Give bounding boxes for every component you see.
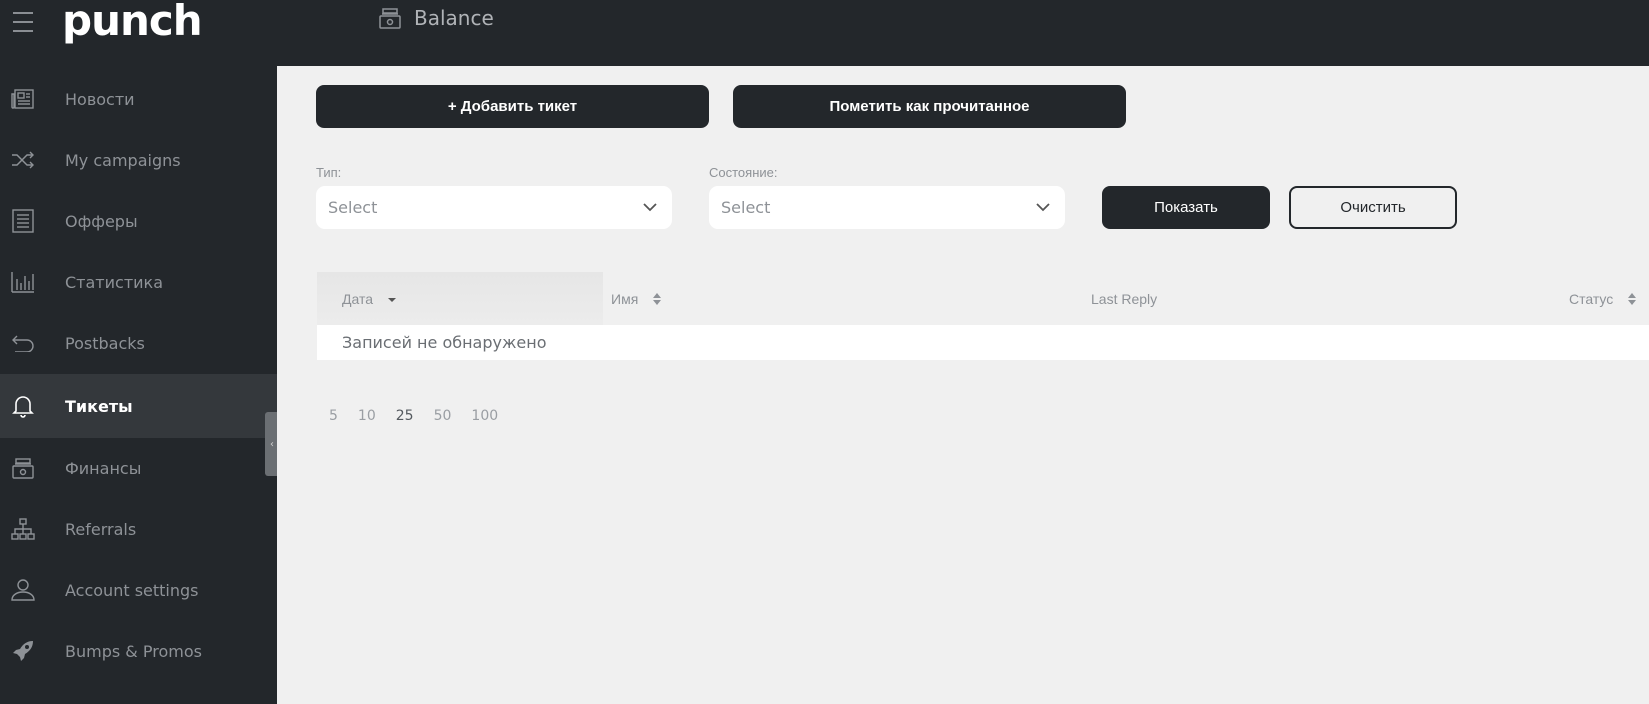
sidebar-item-postbacks[interactable]: Postbacks — [0, 311, 277, 375]
page-size-option[interactable]: 10 — [358, 408, 376, 424]
state-filter-label: Состояние: — [709, 165, 778, 180]
sidebar-item-label: Postbacks — [65, 333, 145, 353]
column-status-label: Статус — [1569, 290, 1614, 307]
balance-link[interactable]: Balance — [378, 6, 494, 30]
bell-icon — [11, 394, 35, 418]
sidebar-item-news[interactable]: Новости — [0, 67, 277, 131]
sidebar-item-label: Referrals — [65, 519, 137, 539]
cash-register-icon — [11, 456, 35, 480]
list-icon — [11, 209, 35, 233]
sidebar-item-tickets[interactable]: Тикеты — [0, 374, 277, 438]
return-arrow-icon — [11, 331, 35, 355]
bar-chart-icon — [11, 270, 35, 294]
sidebar-item-label: Офферы — [65, 211, 138, 231]
sort-icon — [652, 292, 662, 306]
column-last-reply-label: Last Reply — [1091, 290, 1158, 307]
sidebar-item-label: Account settings — [65, 580, 199, 600]
user-icon — [11, 578, 35, 602]
page-size-option[interactable]: 5 — [329, 408, 338, 424]
chevron-down-icon — [1036, 203, 1050, 212]
sidebar-item-label: Финансы — [65, 458, 142, 478]
type-select[interactable]: Select — [316, 186, 672, 229]
add-ticket-button[interactable]: + Добавить тикет — [316, 85, 709, 128]
sidebar-item-my-campaigns[interactable]: My campaigns — [0, 128, 277, 192]
sidebar-item-label: My campaigns — [65, 150, 181, 170]
sidebar-item-label: Новости — [65, 89, 135, 109]
state-select-value: Select — [721, 198, 771, 217]
type-select-value: Select — [328, 198, 378, 217]
sidebar-item-account-settings[interactable]: Account settings — [0, 558, 277, 622]
state-select[interactable]: Select — [709, 186, 1065, 229]
column-last-reply: Last Reply — [1091, 272, 1291, 325]
newspaper-icon — [11, 87, 35, 111]
sidebar-item-finance[interactable]: Финансы — [0, 436, 277, 500]
page-size-option[interactable]: 50 — [434, 408, 452, 424]
sidebar-item-label: Тикеты — [65, 396, 133, 416]
column-date-label: Дата — [342, 290, 374, 307]
type-filter-label: Тип: — [316, 165, 342, 180]
column-name-label: Имя — [611, 290, 639, 307]
sidebar-item-bumps-promos[interactable]: Bumps & Promos — [0, 619, 277, 683]
sidebar-item-statistics[interactable]: Статистика — [0, 250, 277, 314]
page-size-option[interactable]: 100 — [471, 408, 498, 424]
clear-button[interactable]: Очистить — [1289, 186, 1457, 229]
rocket-icon — [11, 639, 35, 663]
empty-table-message: Записей не обнаружено — [317, 325, 1649, 360]
page-size-option-current[interactable]: 25 — [396, 408, 414, 424]
chevron-down-icon — [643, 203, 657, 212]
org-chart-icon — [11, 517, 35, 541]
balance-label: Balance — [414, 6, 494, 30]
sort-icon — [1627, 292, 1637, 306]
top-bar: punch Balance — [0, 0, 1649, 66]
sidebar-item-label: Статистика — [65, 272, 163, 292]
column-status[interactable]: Статус — [1569, 272, 1649, 325]
chevron-left-icon: ‹ — [270, 438, 274, 450]
sidebar: Новости My campaigns Офферы Статистика P… — [0, 66, 277, 704]
sort-desc-icon — [387, 294, 397, 304]
shuffle-icon — [11, 148, 35, 172]
sidebar-item-offers[interactable]: Офферы — [0, 189, 277, 253]
table-header: Дата Имя Last Reply Статус — [317, 272, 1649, 325]
hamburger-menu-icon[interactable] — [13, 12, 33, 34]
main-content: + Добавить тикет Пометить как прочитанно… — [277, 66, 1649, 704]
sidebar-item-label: Bumps & Promos — [65, 641, 202, 661]
cash-register-icon — [379, 8, 401, 29]
column-name[interactable]: Имя — [611, 272, 811, 325]
sidebar-item-referrals[interactable]: Referrals — [0, 497, 277, 561]
logo[interactable]: punch — [62, 0, 203, 42]
show-button[interactable]: Показать — [1102, 186, 1270, 229]
mark-as-read-button[interactable]: Пометить как прочитанное — [733, 85, 1126, 128]
page-size-selector: 5 10 25 50 100 — [329, 408, 518, 424]
column-date[interactable]: Дата — [317, 272, 603, 325]
